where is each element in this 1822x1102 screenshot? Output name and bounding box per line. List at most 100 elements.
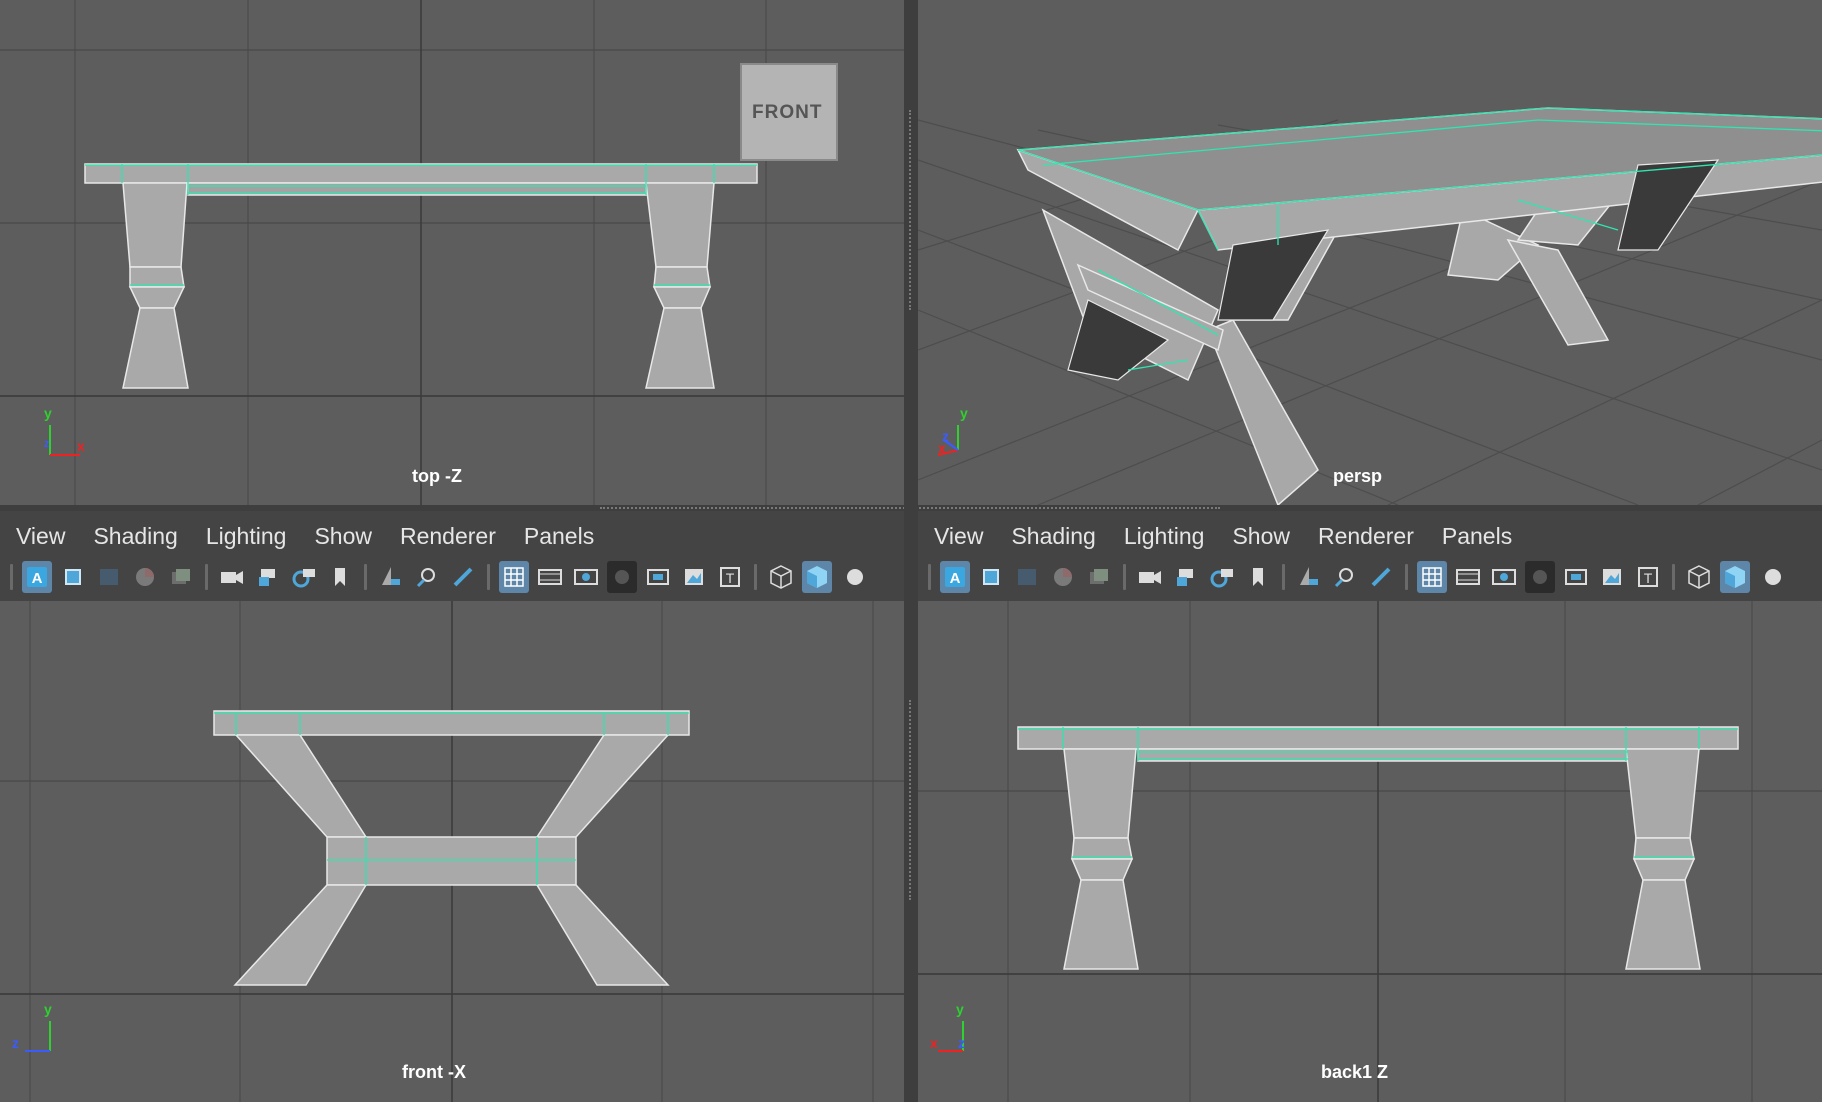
bookmark-icon[interactable] bbox=[325, 561, 355, 593]
toolbar-separator bbox=[1405, 564, 1408, 590]
color-wheel-icon[interactable] bbox=[1048, 561, 1078, 593]
grid-icon[interactable] bbox=[499, 561, 529, 593]
axis-z-label: z bbox=[958, 1035, 965, 1051]
grid-icon[interactable] bbox=[1417, 561, 1447, 593]
grid-view-icon[interactable] bbox=[1012, 561, 1042, 593]
menu-show[interactable]: Show bbox=[314, 523, 372, 550]
menu-view[interactable]: View bbox=[934, 523, 983, 550]
panel-menubar-left: View Shading Lighting Show Renderer Pane… bbox=[0, 519, 606, 553]
menu-renderer[interactable]: Renderer bbox=[1318, 523, 1414, 550]
camera-icon[interactable] bbox=[1135, 561, 1165, 593]
menu-shading[interactable]: Shading bbox=[93, 523, 177, 550]
toolbar-separator bbox=[1282, 564, 1285, 590]
track-icon[interactable] bbox=[1330, 561, 1360, 593]
viewport-label-top: top -Z bbox=[412, 466, 462, 486]
axis-y-label: y bbox=[44, 1001, 52, 1017]
more-icon[interactable] bbox=[1756, 561, 1786, 593]
frame-icon[interactable] bbox=[58, 561, 88, 593]
lock-camera-icon[interactable] bbox=[253, 561, 283, 593]
select-camera-icon[interactable]: A bbox=[22, 561, 52, 593]
svg-text:A: A bbox=[950, 570, 961, 587]
viewcube-label: FRONT bbox=[752, 102, 823, 123]
toolbar-separator bbox=[928, 564, 931, 590]
viewport-persp[interactable]: y x z persp bbox=[918, 0, 1822, 505]
panel-menubar-right: View Shading Lighting Show Renderer Pane… bbox=[918, 519, 1524, 553]
vertical-divider[interactable] bbox=[904, 0, 918, 1102]
axis-z-label: z bbox=[12, 1035, 19, 1051]
smooth-shade-icon[interactable] bbox=[802, 561, 832, 593]
svg-text:A: A bbox=[32, 570, 43, 587]
toolbar-separator bbox=[1123, 564, 1126, 590]
safe-action-icon[interactable] bbox=[679, 561, 709, 593]
toolbar-separator bbox=[1672, 564, 1675, 590]
toolbar-separator bbox=[364, 564, 367, 590]
viewport-front-canvas bbox=[0, 601, 904, 1102]
layers-icon[interactable] bbox=[1084, 561, 1114, 593]
color-wheel-icon[interactable] bbox=[130, 561, 160, 593]
viewport-top[interactable]: FRONT y x z top -Z bbox=[0, 0, 904, 505]
grid-view-icon[interactable] bbox=[94, 561, 124, 593]
viewport-label-persp: persp bbox=[1333, 466, 1383, 486]
panel-toolbar-right: A T bbox=[918, 557, 1789, 597]
gate-mask-icon[interactable] bbox=[607, 561, 637, 593]
menu-show[interactable]: Show bbox=[1232, 523, 1290, 550]
paint-icon[interactable] bbox=[448, 561, 478, 593]
axis-x-label: x bbox=[77, 438, 85, 454]
wireframe-icon[interactable] bbox=[766, 561, 796, 593]
menu-view[interactable]: View bbox=[16, 523, 65, 550]
viewport-front[interactable]: y z front -X bbox=[0, 601, 904, 1102]
axis-y-label: y bbox=[44, 405, 52, 421]
menu-panels[interactable]: Panels bbox=[1442, 523, 1512, 550]
film-gate-icon[interactable] bbox=[1453, 561, 1483, 593]
gate-mask-icon[interactable] bbox=[1525, 561, 1555, 593]
axis-y-label: y bbox=[960, 405, 968, 421]
svg-text:T: T bbox=[726, 570, 735, 586]
toolbar-separator bbox=[205, 564, 208, 590]
camera-attributes-icon[interactable] bbox=[1207, 561, 1237, 593]
viewport-back-canvas bbox=[918, 601, 1822, 1102]
viewport-label-back: back1 Z bbox=[1321, 1062, 1389, 1082]
axis-x-label: x bbox=[930, 1035, 938, 1051]
viewport-label-front: front -X bbox=[402, 1062, 466, 1082]
panel-bar-left: View Shading Lighting Show Renderer Pane… bbox=[0, 511, 904, 601]
safe-title-icon[interactable]: T bbox=[715, 561, 745, 593]
panel-bar-right: View Shading Lighting Show Renderer Pane… bbox=[918, 511, 1822, 601]
toolbar-separator bbox=[487, 564, 490, 590]
menu-panels[interactable]: Panels bbox=[524, 523, 594, 550]
maya-four-view-layout: FRONT y x z top -Z y x z persp View Shad… bbox=[0, 0, 1822, 1102]
wireframe-icon[interactable] bbox=[1684, 561, 1714, 593]
menu-shading[interactable]: Shading bbox=[1011, 523, 1095, 550]
menu-lighting[interactable]: Lighting bbox=[1124, 523, 1205, 550]
toolbar-separator bbox=[10, 564, 13, 590]
image-plane-icon[interactable] bbox=[376, 561, 406, 593]
menu-lighting[interactable]: Lighting bbox=[206, 523, 287, 550]
viewport-back[interactable]: y x z back1 Z bbox=[918, 601, 1822, 1102]
bookmark-icon[interactable] bbox=[1243, 561, 1273, 593]
camera-attributes-icon[interactable] bbox=[289, 561, 319, 593]
safe-title-icon[interactable]: T bbox=[1633, 561, 1663, 593]
menu-renderer[interactable]: Renderer bbox=[400, 523, 496, 550]
axis-z-label: z bbox=[44, 438, 50, 450]
image-plane-icon[interactable] bbox=[1294, 561, 1324, 593]
paint-icon[interactable] bbox=[1366, 561, 1396, 593]
lock-camera-icon[interactable] bbox=[1171, 561, 1201, 593]
resolution-gate-icon[interactable] bbox=[1489, 561, 1519, 593]
frame-icon[interactable] bbox=[976, 561, 1006, 593]
safe-action-icon[interactable] bbox=[1597, 561, 1627, 593]
svg-text:T: T bbox=[1644, 570, 1653, 586]
axis-y-label: y bbox=[956, 1001, 964, 1017]
resolution-gate-icon[interactable] bbox=[571, 561, 601, 593]
smooth-shade-icon[interactable] bbox=[1720, 561, 1750, 593]
viewport-top-canvas bbox=[0, 0, 904, 505]
camera-icon[interactable] bbox=[217, 561, 247, 593]
layers-icon[interactable] bbox=[166, 561, 196, 593]
field-chart-icon[interactable] bbox=[1561, 561, 1591, 593]
track-icon[interactable] bbox=[412, 561, 442, 593]
viewport-persp-canvas bbox=[918, 107, 1822, 505]
select-camera-icon[interactable]: A bbox=[940, 561, 970, 593]
more-icon[interactable] bbox=[838, 561, 868, 593]
axis-z-label: z bbox=[942, 428, 949, 444]
toolbar-separator bbox=[754, 564, 757, 590]
field-chart-icon[interactable] bbox=[643, 561, 673, 593]
film-gate-icon[interactable] bbox=[535, 561, 565, 593]
